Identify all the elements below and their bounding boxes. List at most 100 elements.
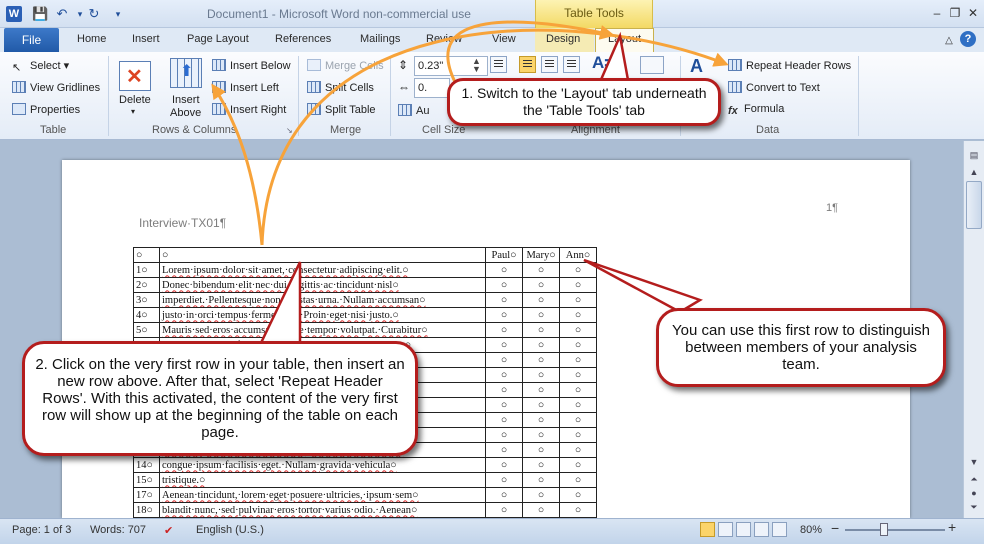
table-row[interactable]: 2○ Donec·bibendum·elit·nec·dui·sagittis·a… [133,277,597,293]
table-cell[interactable]: Paul○ [485,247,523,263]
table-row[interactable]: 1○ Lorem·ipsum·dolor·sit·amet,·consectetu… [133,262,597,278]
table-cell[interactable]: ○ [485,487,523,503]
table-cell[interactable]: ○ [522,352,560,368]
customize-qat-icon[interactable]: ▾ [110,6,126,22]
sort-icon[interactable]: A [690,56,703,77]
table-cell[interactable]: tristique.○ [159,472,486,488]
table-cell[interactable]: ○ [522,337,560,353]
table-cell[interactable]: ○ [522,277,560,293]
table-cell[interactable]: ○ [485,472,523,488]
zoom-level[interactable]: 80% [800,524,822,536]
table-cell[interactable]: ○ [485,277,523,293]
table-cell[interactable]: ○ [485,307,523,323]
table-cell[interactable]: ○ [133,247,160,263]
table-cell[interactable]: ○ [522,457,560,473]
table-cell[interactable]: ○ [559,337,597,353]
table-cell[interactable]: ○ [522,487,560,503]
table-cell[interactable]: ○ [485,442,523,458]
table-cell[interactable]: ○ [522,307,560,323]
dialog-launcher-icon[interactable]: ↘ [286,126,293,135]
table-cell[interactable]: ○ [485,292,523,308]
help-icon[interactable]: ? [960,31,976,47]
table-cell[interactable]: ○ [559,397,597,413]
print-layout-view-button[interactable] [700,522,715,537]
table-row[interactable]: 18○ blandit·nunc,·sed·pulvinar·eros·torto… [133,502,597,518]
table-cell[interactable]: ○ [485,322,523,338]
distribute-rows-icon[interactable] [490,56,507,73]
table-cell[interactable]: 14○ [133,457,160,473]
table-cell[interactable]: ○ [522,382,560,398]
table-cell[interactable]: ○ [559,487,597,503]
autofit-button[interactable]: Au [398,104,429,117]
table-cell[interactable]: ○ [522,322,560,338]
zoom-in-button[interactable]: + [948,519,956,535]
split-table-button[interactable]: Split Table [307,103,376,116]
align-top-right-button[interactable] [563,56,580,73]
split-cells-button[interactable]: Split Cells [307,81,374,94]
table-cell[interactable]: ○ [485,427,523,443]
draft-view-button[interactable] [772,522,787,537]
table-cell[interactable]: ○ [522,292,560,308]
full-screen-view-button[interactable] [718,522,733,537]
table-row[interactable]: 3○ imperdiet.·Pellentesque·non·egestas·ur… [133,292,597,308]
insert-right-button[interactable]: Insert Right [212,103,286,116]
table-cell[interactable]: ○ [485,382,523,398]
table-header-row[interactable]: ○ ○ Paul○ Mary○ Ann○ [133,247,597,263]
tab-file[interactable]: File [4,28,59,52]
tab-page-layout[interactable]: Page Layout [187,33,249,45]
tab-home[interactable]: Home [77,33,106,45]
tab-design[interactable]: Design [546,33,580,45]
page-count-status[interactable]: Page: 1 of 3 [12,524,71,536]
table-cell[interactable]: Aenean·tincidunt,·lorem·eget·posuere·ult… [159,487,486,503]
minimize-button[interactable]: – [928,5,946,21]
tab-layout[interactable]: Layout [608,33,641,45]
repeat-header-rows-button[interactable]: Repeat Header Rows [728,59,851,72]
align-top-center-button[interactable] [541,56,558,73]
insert-above-label-2[interactable]: Above [170,107,201,119]
table-cell[interactable]: ○ [559,427,597,443]
table-cell[interactable]: ○ [485,502,523,518]
page-header-text[interactable]: Interview·TX01¶ [139,216,226,230]
outline-view-button[interactable] [754,522,769,537]
word-count-status[interactable]: Words: 707 [90,524,146,536]
insert-below-button[interactable]: Insert Below [212,59,291,72]
tab-references[interactable]: References [275,33,331,45]
table-cell[interactable]: 18○ [133,502,160,518]
table-row[interactable]: 4○ justo·in·orci·tempus·fermentum.·Proin·… [133,307,597,323]
table-cell[interactable]: ○ [522,367,560,383]
table-cell[interactable]: ○ [522,262,560,278]
table-row[interactable]: 17○ Aenean·tincidunt,·lorem·eget·posuere·… [133,487,597,503]
next-page-icon[interactable]: ⏷ [966,500,982,514]
table-cell[interactable]: ○ [485,337,523,353]
table-row[interactable]: 14○ congue·ipsum·facilisis·eget.·Nullam·g… [133,457,597,473]
table-cell[interactable]: 17○ [133,487,160,503]
table-cell[interactable]: ○ [522,472,560,488]
text-direction-icon[interactable]: A⇉ [592,53,619,73]
zoom-out-button[interactable]: − [831,520,839,536]
scroll-down-icon[interactable]: ▼ [966,455,982,469]
table-cell[interactable]: 3○ [133,292,160,308]
table-cell[interactable]: ○ [559,382,597,398]
zoom-slider-thumb[interactable] [880,523,888,536]
merge-cells-button[interactable]: Merge Cells [307,59,384,72]
column-width-input[interactable]: 0. [414,78,450,98]
table-cell[interactable]: Ann○ [559,247,597,263]
table-cell[interactable]: ○ [485,352,523,368]
insert-left-button[interactable]: Insert Left [212,81,279,94]
table-cell[interactable]: ○ [559,307,597,323]
minimize-ribbon-icon[interactable]: △ [940,33,958,49]
table-cell[interactable]: ○ [522,442,560,458]
tab-insert[interactable]: Insert [132,33,160,45]
tab-mailings[interactable]: Mailings [360,33,400,45]
scroll-up-icon[interactable]: ▲ [966,165,982,179]
insert-above-icon[interactable] [170,58,202,88]
table-cell[interactable]: ○ [559,262,597,278]
table-cell[interactable]: ○ [485,262,523,278]
table-cell[interactable]: Mauris·sed·eros·accumsan·augue·tempor·vo… [159,322,486,338]
delete-dropdown-icon[interactable]: ▾ [131,107,135,116]
align-top-left-button[interactable] [519,56,536,73]
table-cell[interactable]: ○ [559,277,597,293]
table-cell[interactable]: ○ [559,457,597,473]
table-cell[interactable]: ○ [559,472,597,488]
cell-margins-icon[interactable] [640,56,664,74]
